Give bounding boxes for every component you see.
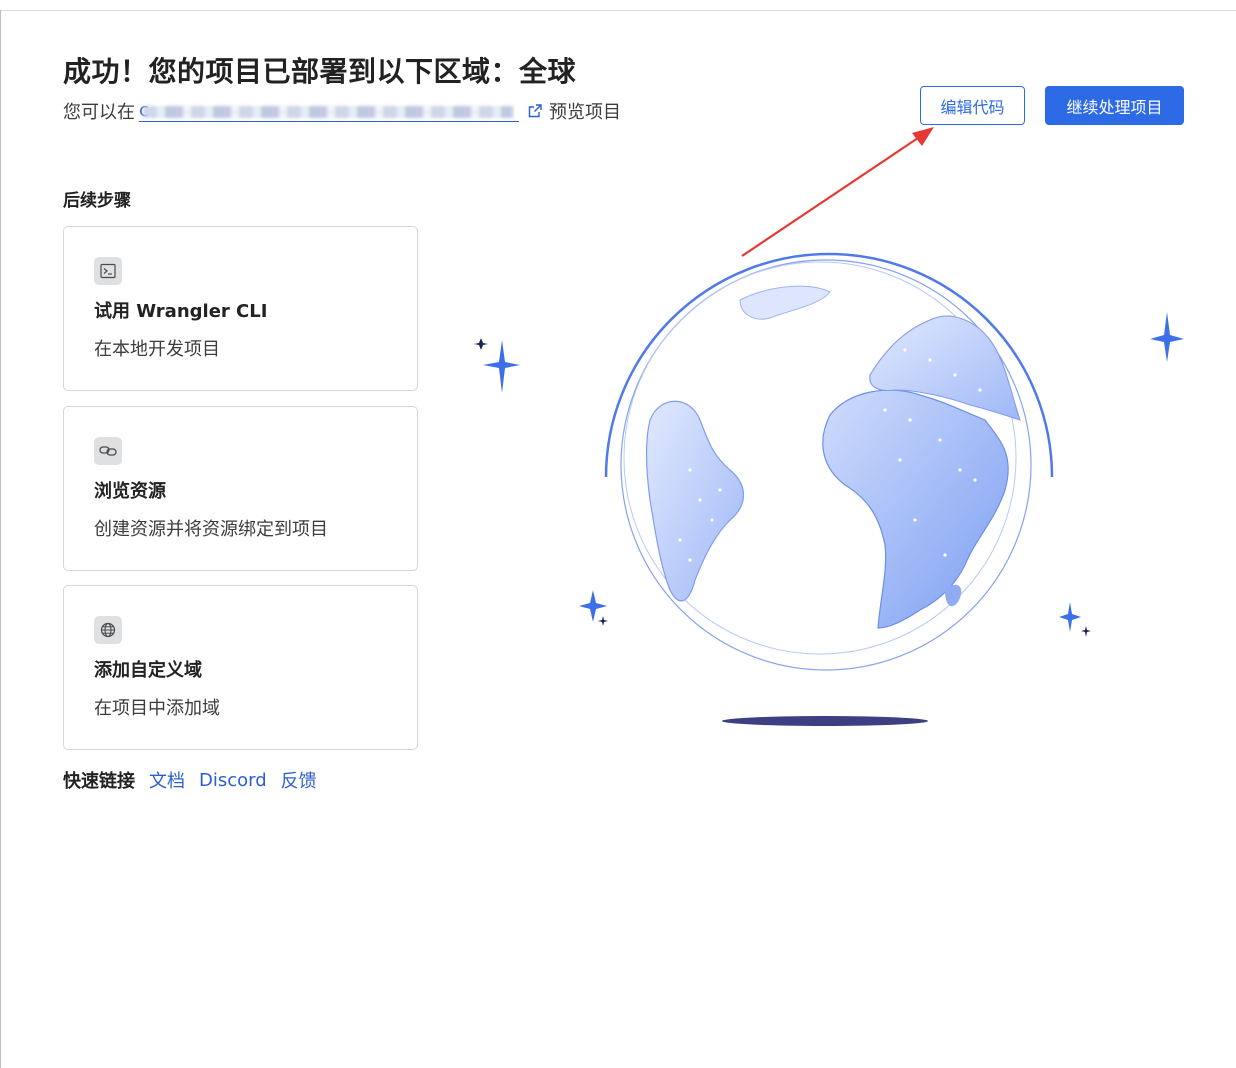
continue-project-button[interactable]: 继续处理项目	[1045, 86, 1184, 125]
landmass-americas	[646, 400, 744, 602]
card-description: 在项目中添加域	[94, 698, 220, 719]
sparkle-small-icon	[598, 616, 608, 626]
sparkle-icon	[483, 340, 520, 393]
card-description: 创建资源并将资源绑定到项目	[94, 519, 328, 540]
card-title: 浏览资源	[94, 481, 166, 502]
link-feedback[interactable]: 反馈	[281, 767, 317, 793]
card-title: 试用 Wrangler CLI	[94, 301, 268, 322]
edit-code-button[interactable]: 编辑代码	[920, 86, 1025, 125]
sparkle-icon	[1059, 602, 1081, 632]
quick-links-label: 快速链接	[63, 771, 135, 792]
window-top-border	[0, 10, 1236, 11]
landmass-africa	[822, 389, 1009, 629]
card-title: 添加自定义域	[94, 660, 202, 681]
preview-url-link[interactable]: c	[139, 100, 519, 122]
landmass-greenland	[739, 285, 831, 320]
card-description: 在本地开发项目	[94, 339, 220, 360]
redacted-url	[143, 106, 513, 118]
card-custom-domain[interactable]: 添加自定义域 在项目中添加域	[63, 585, 418, 750]
globe-icon	[94, 616, 122, 644]
link-icon	[94, 437, 122, 465]
terminal-icon	[94, 257, 122, 285]
quick-links: 快速链接 文档 Discord 反馈	[63, 767, 331, 793]
card-browse-resources[interactable]: 浏览资源 创建资源并将资源绑定到项目	[63, 406, 418, 571]
sparkle-small-icon	[1081, 626, 1091, 637]
sparkle-small-icon	[474, 338, 488, 350]
external-link-icon[interactable]	[527, 103, 543, 119]
page-title: 成功！您的项目已部署到以下区域：全球	[63, 55, 577, 88]
link-docs[interactable]: 文档	[149, 767, 185, 793]
landmass-madagascar	[945, 584, 962, 607]
preview-prefix: 您可以在	[63, 102, 135, 123]
preview-suffix: 预览项目	[549, 102, 621, 123]
preview-line: 您可以在 c 预览项目	[63, 98, 621, 124]
globe-illustration	[474, 252, 1184, 726]
globe-shadow	[722, 716, 928, 726]
next-steps-heading: 后续步骤	[63, 191, 131, 211]
sparkle-icon	[1150, 312, 1184, 362]
link-discord[interactable]: Discord	[199, 770, 267, 791]
card-wrangler-cli[interactable]: 试用 Wrangler CLI 在本地开发项目	[63, 226, 418, 391]
window-left-border	[0, 10, 1, 1068]
